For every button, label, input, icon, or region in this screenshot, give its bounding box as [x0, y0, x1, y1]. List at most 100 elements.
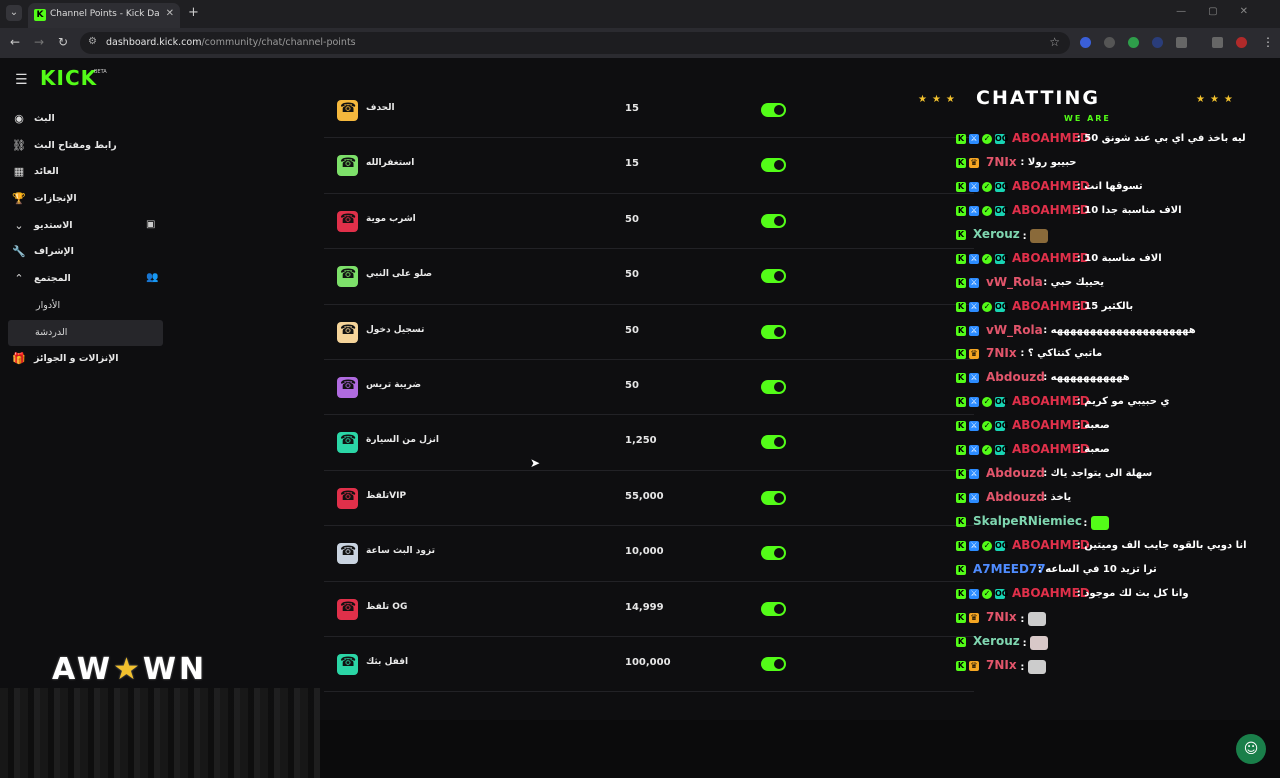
- sidebar-item-moderation[interactable]: 🔧 الإشراف: [0, 239, 170, 266]
- chat-message: K ♛ 7NIx : حبيبو رولا: [952, 152, 1272, 176]
- chevron-up-icon: ⌃: [14, 272, 24, 286]
- reward-enabled-toggle[interactable]: [761, 490, 786, 505]
- moderator-badge-icon: ⚔: [969, 588, 979, 599]
- chat-username[interactable]: vW_Rola: [986, 275, 1043, 289]
- kick-logo[interactable]: KICK: [40, 66, 97, 90]
- reward-enabled-toggle[interactable]: [761, 435, 786, 450]
- reward-enabled-toggle[interactable]: [761, 601, 786, 616]
- reward-name: صلو على النبي: [366, 269, 433, 280]
- moderator-badge-icon: ⚔: [969, 493, 979, 504]
- reward-row: تسجيل دخول 50: [324, 305, 974, 360]
- reward-name: الحدف: [366, 103, 395, 113]
- chat-emote-icon: [1030, 635, 1049, 650]
- kick-badge-icon: K: [956, 540, 966, 551]
- kick-badge-icon: K: [956, 445, 966, 456]
- chat-text: : ليه باخذ في اي بي عند شونق 50: [1076, 133, 1246, 144]
- url-input[interactable]: ⚙ dashboard.kick.com/community/chat/chan…: [80, 32, 1070, 54]
- chat-username[interactable]: Abdouzd: [986, 466, 1045, 480]
- support-chat-icon[interactable]: ☺: [1236, 734, 1266, 764]
- subscriber-crown-icon: ♛: [969, 349, 979, 360]
- reward-cost: 100,000: [625, 656, 671, 668]
- chat-username[interactable]: 7NIx: [986, 346, 1017, 360]
- reward-name: تسجيل دخول: [366, 324, 425, 335]
- reward-enabled-toggle[interactable]: [761, 158, 786, 173]
- reward-enabled-toggle[interactable]: [761, 546, 786, 561]
- chat-message-text: الاف مناسبة جدا 10: [1084, 204, 1182, 216]
- chat-username[interactable]: Abdouzd: [986, 370, 1045, 384]
- chat-username[interactable]: 7NIx: [986, 610, 1017, 624]
- reload-icon[interactable]: ↻: [58, 35, 68, 49]
- chat-text: : سهلة الى يتواجد ياك: [1043, 468, 1153, 480]
- extensions-puzzle-icon[interactable]: [1176, 37, 1187, 48]
- sidebar-item-label: الأدوار: [36, 299, 61, 311]
- kick-badge-icon: K: [956, 517, 966, 527]
- extension-icon[interactable]: [1104, 37, 1115, 48]
- kick-badge-icon: K: [956, 301, 966, 312]
- chat-message: K ⚔ Abdouzd : ياخذ: [952, 487, 1272, 511]
- chat-message-text: انا دوبي بالقوه جايب الف وميتين: [1084, 539, 1247, 551]
- sidebar-item-drops-rewards[interactable]: 🎁 الإنزالات و الجوائز: [0, 346, 170, 373]
- extension-icon[interactable]: [1128, 37, 1139, 48]
- chat-username[interactable]: Abdouzd: [986, 490, 1045, 504]
- kick-favicon-icon: K: [34, 9, 46, 21]
- chat-badges: K ♛: [956, 612, 982, 624]
- sidebar-item-chat[interactable]: الدردشة: [8, 319, 163, 347]
- bookmark-star-icon[interactable]: ☆: [1049, 35, 1060, 49]
- chat-username[interactable]: A7MEED77: [973, 562, 1046, 576]
- moderator-badge-icon: ⚔: [969, 373, 979, 384]
- chat-badges: K ♛: [956, 660, 982, 672]
- reward-enabled-toggle[interactable]: [761, 324, 786, 339]
- reward-icon: [337, 100, 358, 121]
- extension-icon[interactable]: [1152, 37, 1163, 48]
- chat-username[interactable]: Xerouz: [973, 634, 1020, 648]
- forward-icon[interactable]: →: [34, 35, 44, 49]
- url-text: dashboard.kick.com/community/chat/channe…: [106, 37, 356, 48]
- reward-enabled-toggle[interactable]: [761, 656, 786, 671]
- window-controls[interactable]: —▢✕: [1176, 6, 1270, 17]
- chat-badges: K ♛: [956, 349, 982, 360]
- reward-icon: [337, 210, 358, 232]
- reward-enabled-toggle[interactable]: [761, 379, 786, 394]
- sidebar-item-stream-key[interactable]: ⛓ رابط ومفتاح البث: [0, 133, 170, 160]
- sidebar-item-achievements[interactable]: 🏆 الإنجازات: [0, 186, 170, 213]
- chat-username[interactable]: Xerouz: [973, 227, 1020, 241]
- sidebar-item-studio[interactable]: ⌄ الاستديو ▣: [0, 213, 170, 240]
- reward-enabled-toggle[interactable]: [761, 103, 786, 117]
- gift-icon: 🎁: [12, 352, 26, 366]
- reward-enabled-toggle[interactable]: [761, 269, 786, 284]
- reward-enabled-toggle[interactable]: [761, 213, 786, 228]
- tab-list-icon[interactable]: ⌄: [6, 5, 22, 21]
- sidebar-item-community[interactable]: ⌃ المجتمع 👥: [0, 266, 170, 293]
- moderator-badge-icon: ⚔: [969, 445, 979, 456]
- browser-tab[interactable]: K Channel Points - Kick Dashboard ✕: [28, 3, 180, 28]
- overlay-title: CHATTING: [976, 87, 1100, 109]
- site-info-icon[interactable]: ⚙: [88, 36, 97, 47]
- new-tab-icon[interactable]: +: [188, 5, 199, 20]
- chat-message: K ⚔ ✓ OG ABOAHMED : صعبة: [952, 439, 1272, 463]
- chat-username[interactable]: 7NIx: [986, 658, 1017, 672]
- chat-username[interactable]: vW_Rola: [986, 323, 1043, 337]
- chat-badges: K ⚔ ✓ OG: [956, 445, 1008, 456]
- browser-menu-icon[interactable]: ⋮: [1262, 35, 1274, 49]
- sidebar-item-label: المجتمع: [34, 273, 71, 285]
- extension-icon[interactable]: [1080, 37, 1091, 48]
- close-icon[interactable]: ✕: [166, 8, 174, 19]
- sidebar-item-stream[interactable]: ◉ البث: [0, 106, 170, 133]
- sidebar-item-roles[interactable]: الأدوار: [0, 293, 170, 320]
- chat-username[interactable]: 7NIx: [986, 155, 1017, 169]
- chat-message-text: ياخذ: [1050, 492, 1072, 504]
- back-icon[interactable]: ←: [10, 35, 20, 49]
- revenue-icon: ▦: [13, 165, 25, 179]
- chat-badges: K ⚔ ✓ OG: [956, 253, 1008, 265]
- menu-icon[interactable]: ☰: [15, 72, 28, 88]
- sidebar-item-revenue[interactable]: ▦ العائد: [0, 159, 170, 186]
- reward-row: استغفرالله 15: [324, 138, 974, 194]
- chat-message: K A7MEED77 : ترا تزيد 10 في الساعه: [952, 559, 1272, 583]
- chat-username[interactable]: SkalpeRNiemiec: [973, 514, 1082, 528]
- reward-row: تلفظVIP 55,000: [324, 471, 974, 527]
- chat-message-text: حبيبو رولا: [1027, 156, 1077, 168]
- profile-avatar[interactable]: [1236, 37, 1247, 48]
- subscriber-crown-icon: ♛: [969, 660, 979, 671]
- reading-list-icon[interactable]: [1212, 37, 1223, 48]
- reward-cost: 50: [625, 213, 639, 225]
